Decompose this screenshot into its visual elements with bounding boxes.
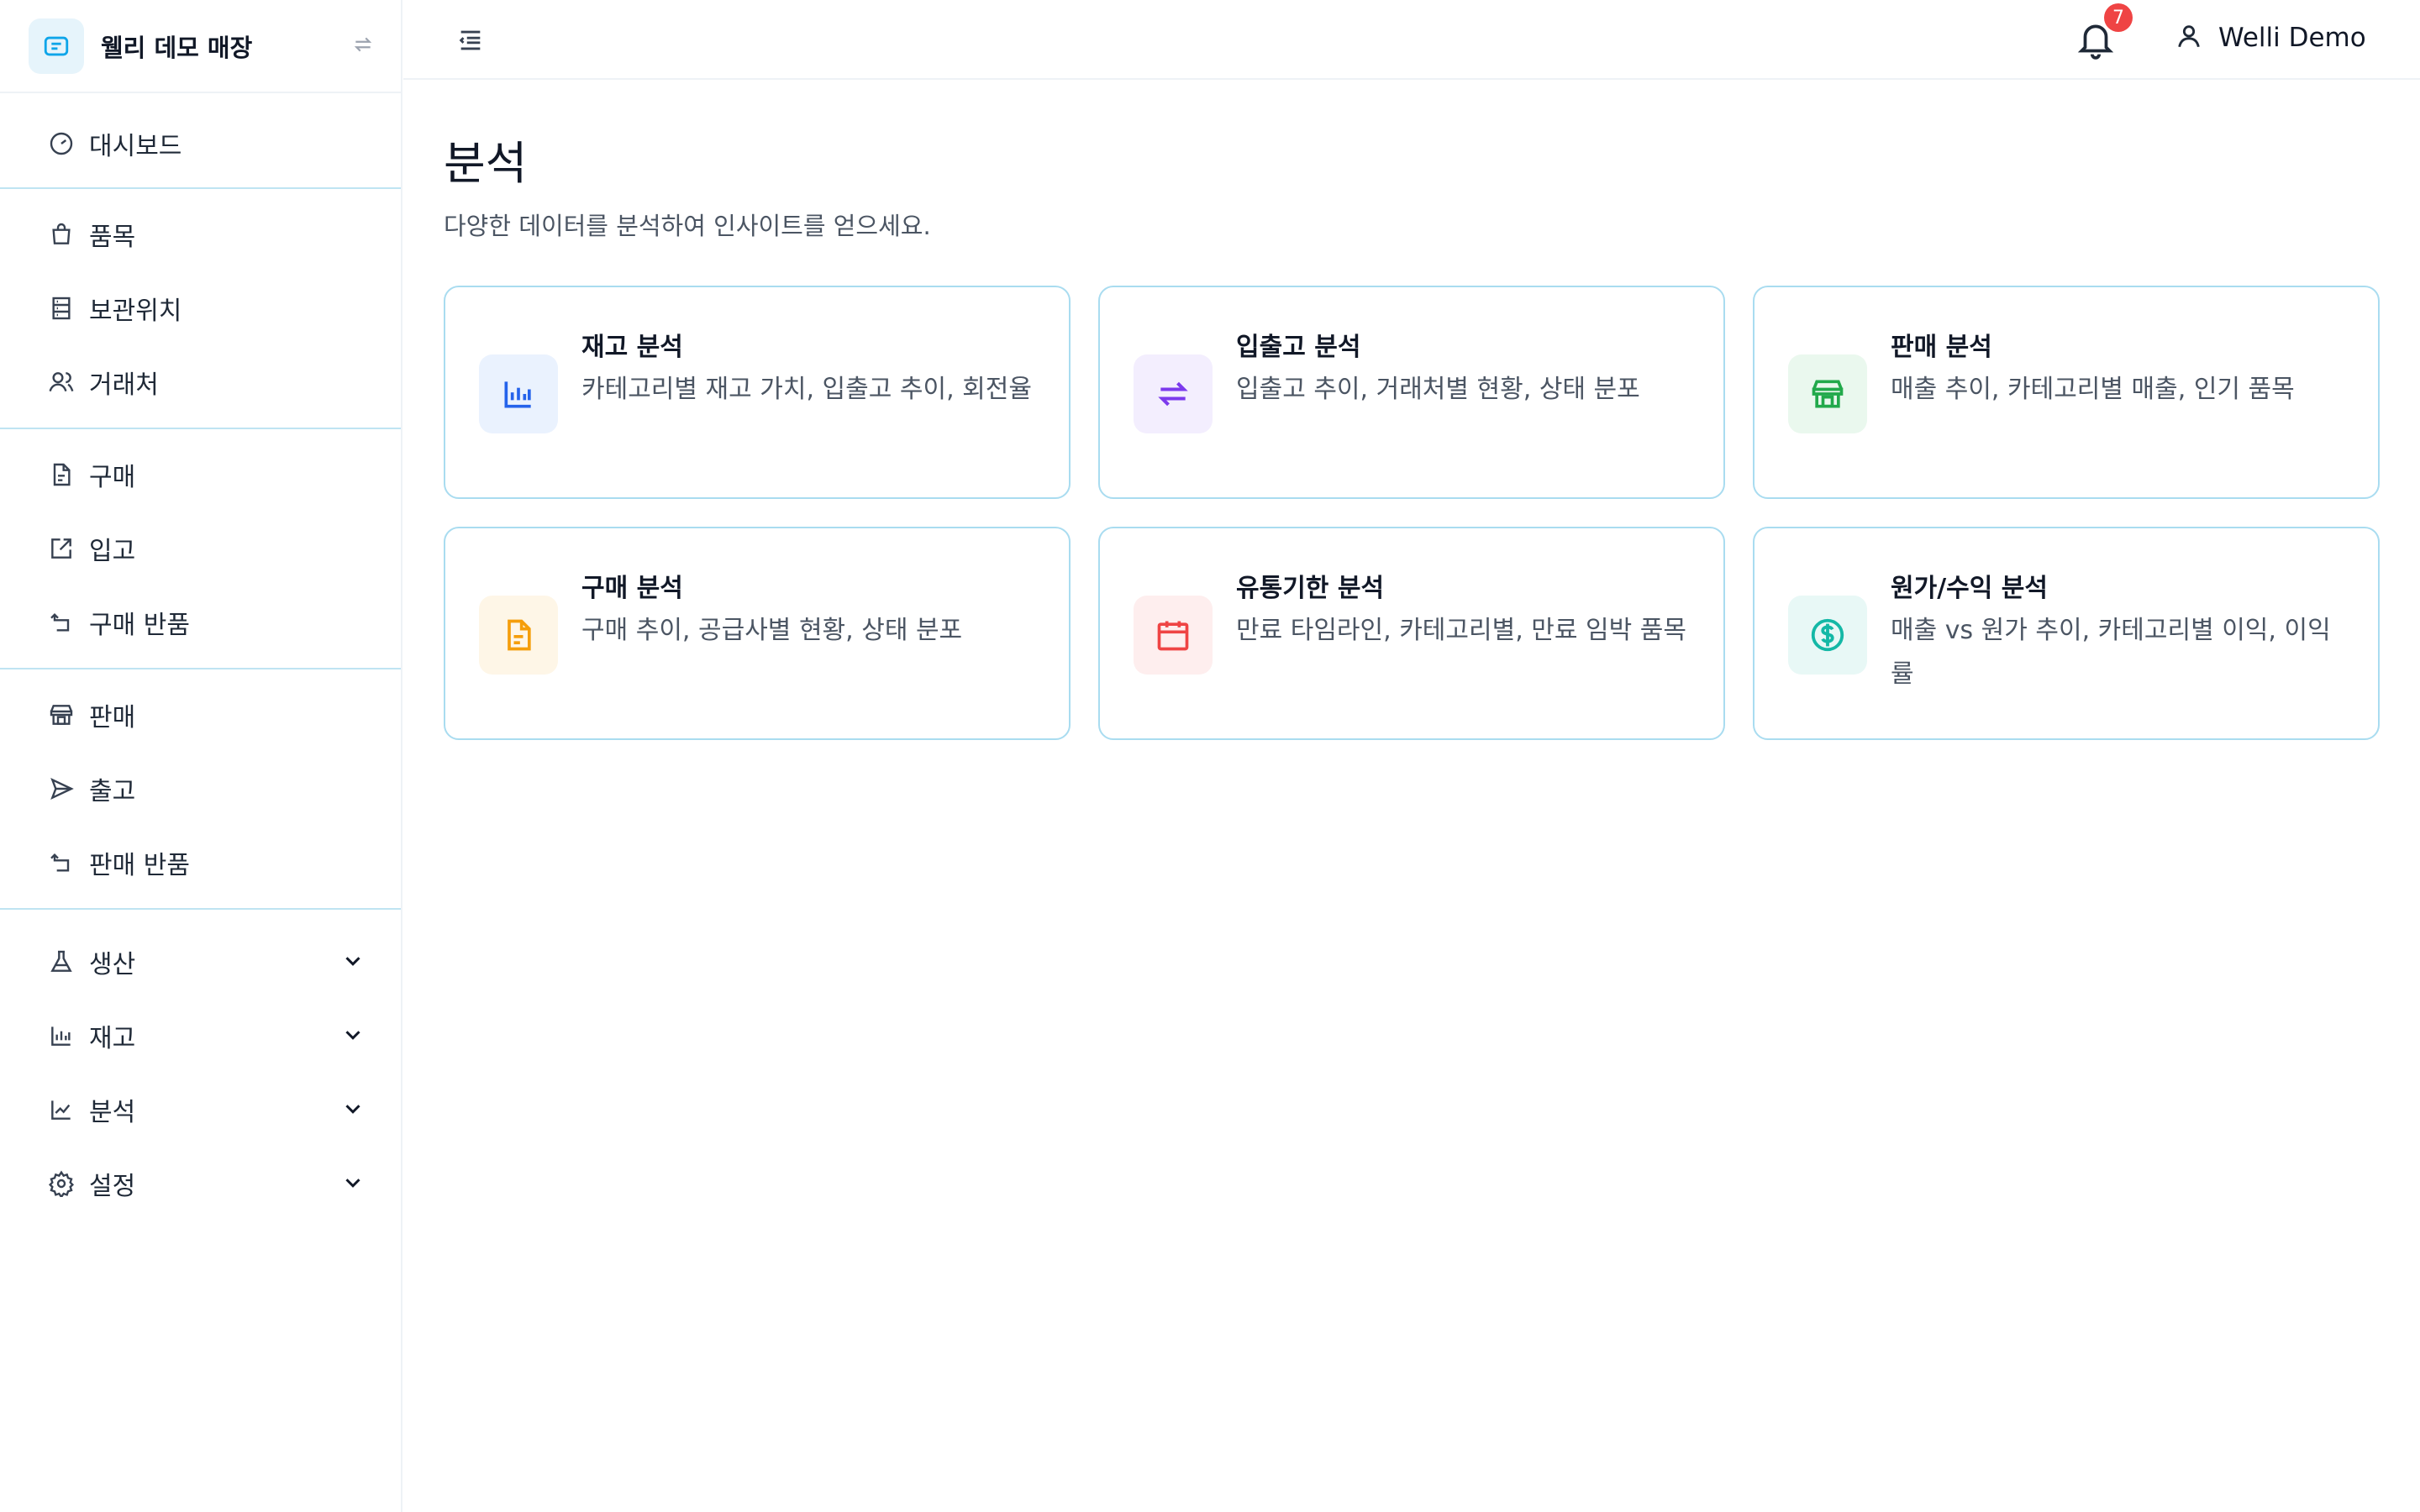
sidebar-item-label: 생산 [89,950,136,979]
sidebar-item-label: 품목 [89,223,136,252]
sidebar: 웰리 데모 매장 대시보드 품목 보관위치 거래처 구매 입고 구매 반품 판매… [0,0,402,1512]
switch-store-icon[interactable] [352,34,374,59]
card-inventory-analysis[interactable]: 재고 분석 카테고리별 재고 가치, 입출고 추이, 회전율 [444,286,1071,499]
sidebar-item-label: 구매 [89,463,136,492]
user-name: Welli Demo [2218,23,2366,53]
store-brand: 웰리 데모 매장 [0,0,401,93]
sidebar-item-label: 분석 [89,1098,136,1127]
card-purchase-analysis[interactable]: 구매 분석 구매 추이, 공급사별 현황, 상태 분포 [444,527,1071,740]
card-description: 매출 추이, 카테고리별 매출, 인기 품목 [1891,375,2295,404]
sidebar-item-clients[interactable]: 거래처 [0,345,401,419]
sidebar-item-sales-return[interactable]: 판매 반품 [0,826,401,900]
sidebar-item-label: 거래처 [89,370,159,400]
top-header: 7 Welli Demo [403,0,2420,80]
user-menu[interactable]: Welli Demo [2175,22,2366,54]
menu-collapse-icon[interactable] [454,24,487,57]
card-cost-profit-analysis[interactable]: 원가/수익 분석 매출 vs 원가 추이, 카테고리별 이익, 이익률 [1753,527,2380,740]
card-description: 카테고리별 재고 가치, 입출고 추이, 회전율 [581,375,1032,404]
sidebar-item-label: 대시보드 [89,132,182,161]
arrows-swap-icon [1134,354,1213,433]
edit-box-icon [47,534,76,563]
page-title: 분석 [444,137,528,190]
card-title: 구매 분석 [581,574,683,603]
sidebar-item-label: 설정 [89,1172,136,1201]
chevron-down-icon[interactable] [340,1096,366,1125]
chevron-down-icon[interactable] [340,1022,366,1051]
page-subtitle: 다양한 데이터를 분석하여 인사이트를 얻으세요. [444,212,931,240]
nav-group-sales: 판매 출고 판매 반품 [0,669,401,910]
gear-icon [47,1169,76,1198]
card-description: 만료 타임라인, 카테고리별, 만료 임박 품목 [1236,616,1686,645]
nav-group-dashboard: 대시보드 [0,93,401,189]
sidebar-item-sales[interactable]: 판매 [0,678,401,752]
sidebar-item-receiving[interactable]: 입고 [0,512,401,585]
nav-group-master: 품목 보관위치 거래처 [0,189,401,429]
dollar-icon [1788,596,1867,675]
nav-group-purchase: 구매 입고 구매 반품 [0,429,401,669]
card-title: 판매 분석 [1891,333,1992,362]
file-icon [47,460,76,489]
sidebar-item-shipping[interactable]: 출고 [0,752,401,826]
sidebar-item-production[interactable]: 생산 [0,925,401,999]
sidebar-item-label: 보관위치 [89,297,182,326]
calendar-icon [1134,596,1213,675]
chevron-down-icon[interactable] [340,1170,366,1199]
sidebar-item-analytics[interactable]: 분석 [0,1073,401,1147]
gauge-icon [47,129,76,158]
sidebar-item-label: 구매 반품 [89,611,190,640]
sidebar-item-label: 출고 [89,777,136,806]
card-description: 입출고 추이, 거래처별 현황, 상태 분포 [1236,375,1640,404]
bar-chart-icon [479,354,558,433]
card-title: 원가/수익 분석 [1891,574,2049,603]
analysis-cards: 재고 분석 카테고리별 재고 가치, 입출고 추이, 회전율 입출고 분석 입출… [444,286,2380,740]
card-title: 유통기한 분석 [1236,574,1385,603]
shelves-icon [47,294,76,323]
line-chart-icon [47,1095,76,1124]
nav-group-more: 생산 재고 분석 설정 [0,910,401,1229]
sidebar-item-label: 입고 [89,537,136,566]
store-icon [47,701,76,729]
card-title: 입출고 분석 [1236,333,1361,362]
store-icon [1788,354,1867,433]
store-logo-icon [29,18,84,74]
chevron-down-icon[interactable] [340,948,366,977]
shopping-bag-icon [47,220,76,249]
sidebar-item-inventory[interactable]: 재고 [0,999,401,1073]
card-inout-analysis[interactable]: 입출고 분석 입출고 추이, 거래처별 현황, 상태 분포 [1098,286,1725,499]
document-icon [479,596,558,675]
sidebar-item-purchase-return[interactable]: 구매 반품 [0,585,401,659]
sidebar-item-storage[interactable]: 보관위치 [0,271,401,345]
notification-badge: 7 [2104,3,2133,32]
user-icon [2175,22,2203,54]
bar-chart-icon [47,1021,76,1050]
send-icon [47,774,76,803]
return-icon [47,608,76,637]
flask-icon [47,948,76,976]
sidebar-item-settings[interactable]: 설정 [0,1147,401,1221]
card-description: 구매 추이, 공급사별 현황, 상태 분포 [581,616,963,645]
sidebar-item-purchase[interactable]: 구매 [0,438,401,512]
sidebar-item-dashboard[interactable]: 대시보드 [0,107,401,181]
sidebar-item-label: 판매 [89,703,136,732]
card-sales-analysis[interactable]: 판매 분석 매출 추이, 카테고리별 매출, 인기 품목 [1753,286,2380,499]
sidebar-item-label: 판매 반품 [89,851,190,880]
users-icon [47,368,76,396]
sidebar-item-label: 재고 [89,1024,136,1053]
return-icon [47,848,76,877]
sidebar-item-items[interactable]: 품목 [0,197,401,271]
store-name: 웰리 데모 매장 [101,33,253,62]
card-description: 매출 vs 원가 추이, 카테고리별 이익, 이익률 [1891,616,2331,689]
card-title: 재고 분석 [581,333,683,362]
card-expiry-analysis[interactable]: 유통기한 분석 만료 타임라인, 카테고리별, 만료 임박 품목 [1098,527,1725,740]
